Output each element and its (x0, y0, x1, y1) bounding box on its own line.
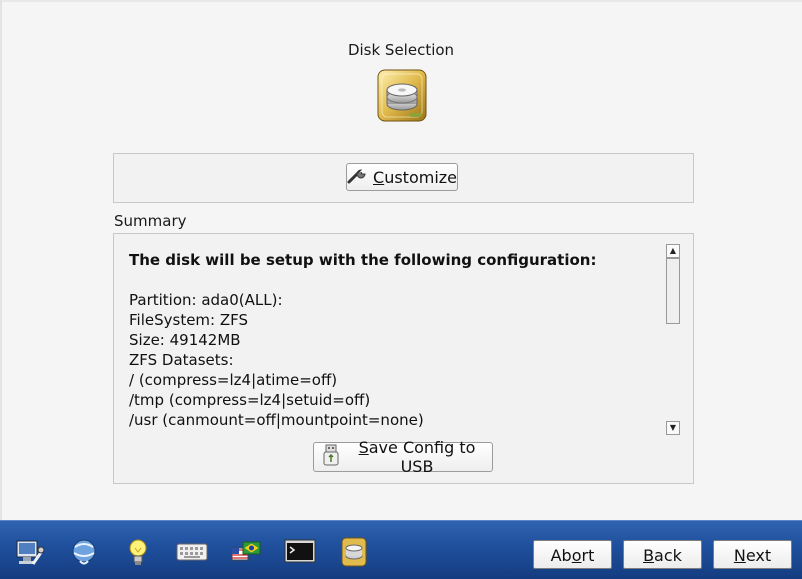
page-title: Disk Selection (347, 41, 455, 59)
keyboard-icon[interactable] (176, 537, 208, 567)
summary-line: Partition: ada0(ALL): (129, 291, 283, 309)
abort-button[interactable]: Abort (533, 540, 612, 569)
summary-line: FileSystem: ZFS (129, 311, 249, 329)
save-config-label: Save Config to USB (358, 438, 476, 476)
back-button[interactable]: Back (623, 540, 702, 569)
usb-drive-icon (320, 444, 342, 470)
scrollbar-thumb[interactable] (666, 258, 680, 324)
wrench-icon (347, 166, 367, 188)
scroll-down-arrow-icon[interactable]: ▼ (666, 421, 680, 435)
summary-line: /usr (canmount=off|mountpoint=none) (129, 411, 424, 429)
next-button[interactable]: Next (713, 540, 792, 569)
terminal-icon[interactable] (284, 537, 316, 567)
summary-line: ZFS Datasets: (129, 351, 234, 369)
customize-button[interactable]: Customize (346, 163, 458, 191)
save-config-button[interactable]: Save Config to USB (313, 438, 493, 476)
summary-line: Size: 49142MB (129, 331, 241, 349)
window-top-border (0, 0, 802, 2)
summary-line: /tmp (compress=lz4|setuid=off) (129, 391, 371, 409)
language-icon[interactable] (230, 537, 262, 567)
summary-line: / (compress=lz4|atime=off) (129, 371, 338, 389)
summary-label: Summary (114, 212, 187, 230)
network-icon[interactable] (68, 537, 100, 567)
disk-icon[interactable] (338, 537, 370, 567)
hints-icon[interactable] (122, 537, 154, 567)
scroll-up-arrow-icon[interactable]: ▲ (666, 244, 680, 258)
summary-heading: The disk will be setup with the followin… (129, 251, 597, 269)
summary-scrollbar[interactable]: ▲ ▼ (666, 244, 680, 437)
hard-disk-icon (375, 68, 429, 124)
window-left-border (0, 0, 2, 520)
summary-text-area[interactable]: The disk will be setup with the followin… (129, 250, 659, 435)
system-tools-icon[interactable] (14, 537, 46, 567)
customize-label: Customize (373, 167, 457, 187)
